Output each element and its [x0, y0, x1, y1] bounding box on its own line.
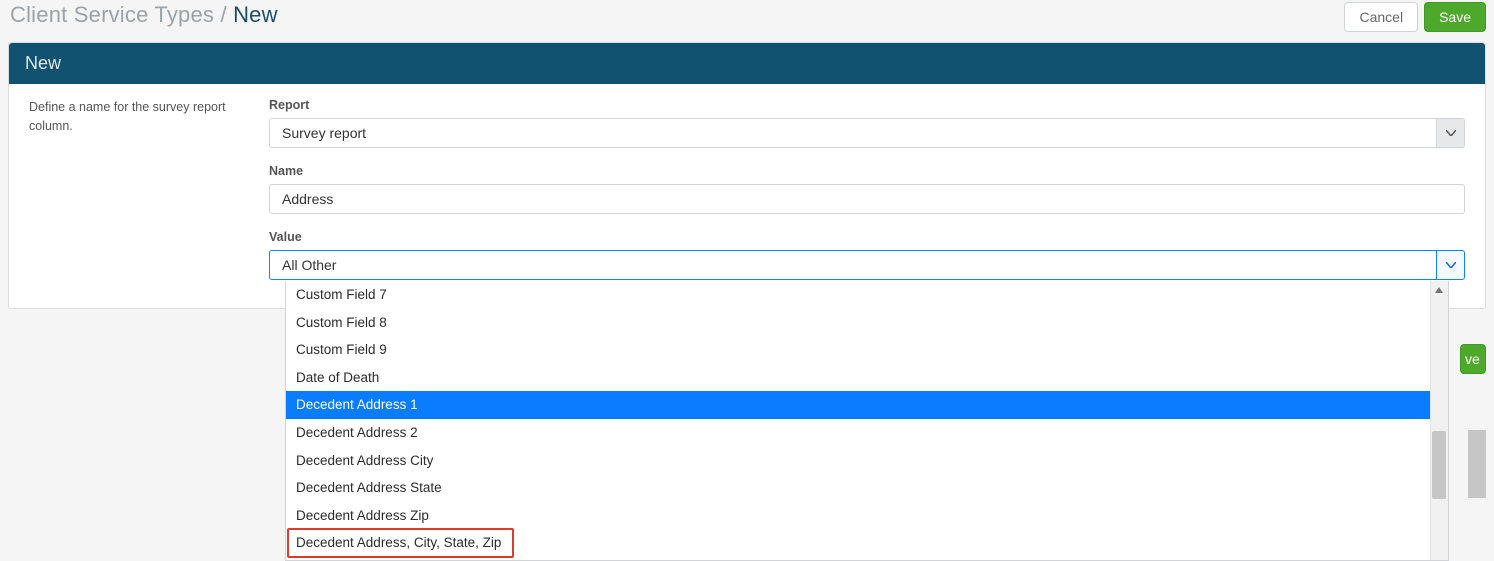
dropdown-option[interactable]: Decedent Address State	[286, 474, 1448, 502]
panel-body: Define a name for the survey report colu…	[9, 84, 1485, 308]
dropdown-option[interactable]: Custom Field 9	[286, 336, 1448, 364]
dropdown-option[interactable]: Decedent Address, City, State, Zip	[286, 529, 1448, 557]
value-input[interactable]	[270, 251, 1436, 279]
breadcrumb: Client Service Types / New	[10, 2, 278, 28]
report-label: Report	[269, 98, 1465, 112]
name-input-wrap[interactable]	[269, 184, 1465, 214]
report-chevron[interactable]	[1436, 119, 1464, 147]
name-group: Name	[269, 164, 1465, 214]
value-label: Value	[269, 230, 1465, 244]
lower-scrollbar-thumb[interactable]	[1468, 430, 1486, 498]
value-dropdown-inner: Custom Field 7Custom Field 8Custom Field…	[285, 281, 1449, 561]
dropdown-option[interactable]: Decedent Address 1	[286, 391, 1448, 419]
name-input[interactable]	[270, 185, 1464, 213]
dropdown-scrollbar[interactable]	[1430, 281, 1448, 560]
top-buttons: Cancel Save	[1344, 2, 1486, 32]
page-root: Client Service Types / New Cancel Save N…	[0, 0, 1494, 560]
scroll-up-arrow-icon[interactable]	[1432, 283, 1446, 297]
panel-help-text: Define a name for the survey report colu…	[29, 98, 269, 280]
breadcrumb-root[interactable]: Client Service Types	[10, 2, 214, 27]
dropdown-option[interactable]: Custom Field 7	[286, 281, 1448, 309]
dropdown-option[interactable]: Decedent Name (First Name Last Name)	[286, 557, 1448, 561]
save-button[interactable]: Save	[1424, 2, 1486, 32]
report-group: Report	[269, 98, 1465, 148]
value-dropdown-list[interactable]: Custom Field 7Custom Field 8Custom Field…	[285, 281, 1449, 561]
name-label: Name	[269, 164, 1465, 178]
panel-header: New	[9, 43, 1485, 84]
chevron-down-icon	[1446, 130, 1456, 136]
lower-save-button-fragment[interactable]: ve	[1460, 344, 1486, 374]
dropdown-option[interactable]: Decedent Address Zip	[286, 502, 1448, 530]
breadcrumb-sep: /	[220, 2, 233, 27]
report-input[interactable]	[270, 119, 1436, 147]
form-panel: New Define a name for the survey report …	[8, 42, 1486, 309]
dropdown-option[interactable]: Custom Field 8	[286, 309, 1448, 337]
dropdown-option[interactable]: Date of Death	[286, 364, 1448, 392]
value-chevron[interactable]	[1436, 251, 1464, 279]
value-combobox[interactable]	[269, 250, 1465, 280]
save-button-lower[interactable]: ve	[1460, 344, 1486, 374]
chevron-down-icon	[1446, 262, 1456, 268]
dropdown-option[interactable]: Decedent Address 2	[286, 419, 1448, 447]
value-group: Value	[269, 230, 1465, 280]
dropdown-option[interactable]: Decedent Address City	[286, 447, 1448, 475]
dropdown-scrollbar-thumb[interactable]	[1432, 431, 1446, 499]
breadcrumb-current: New	[233, 2, 278, 27]
panel-form: Report Name V	[269, 98, 1465, 280]
report-combobox[interactable]	[269, 118, 1465, 148]
cancel-button[interactable]: Cancel	[1344, 2, 1418, 32]
top-bar: Client Service Types / New Cancel Save	[0, 0, 1494, 42]
